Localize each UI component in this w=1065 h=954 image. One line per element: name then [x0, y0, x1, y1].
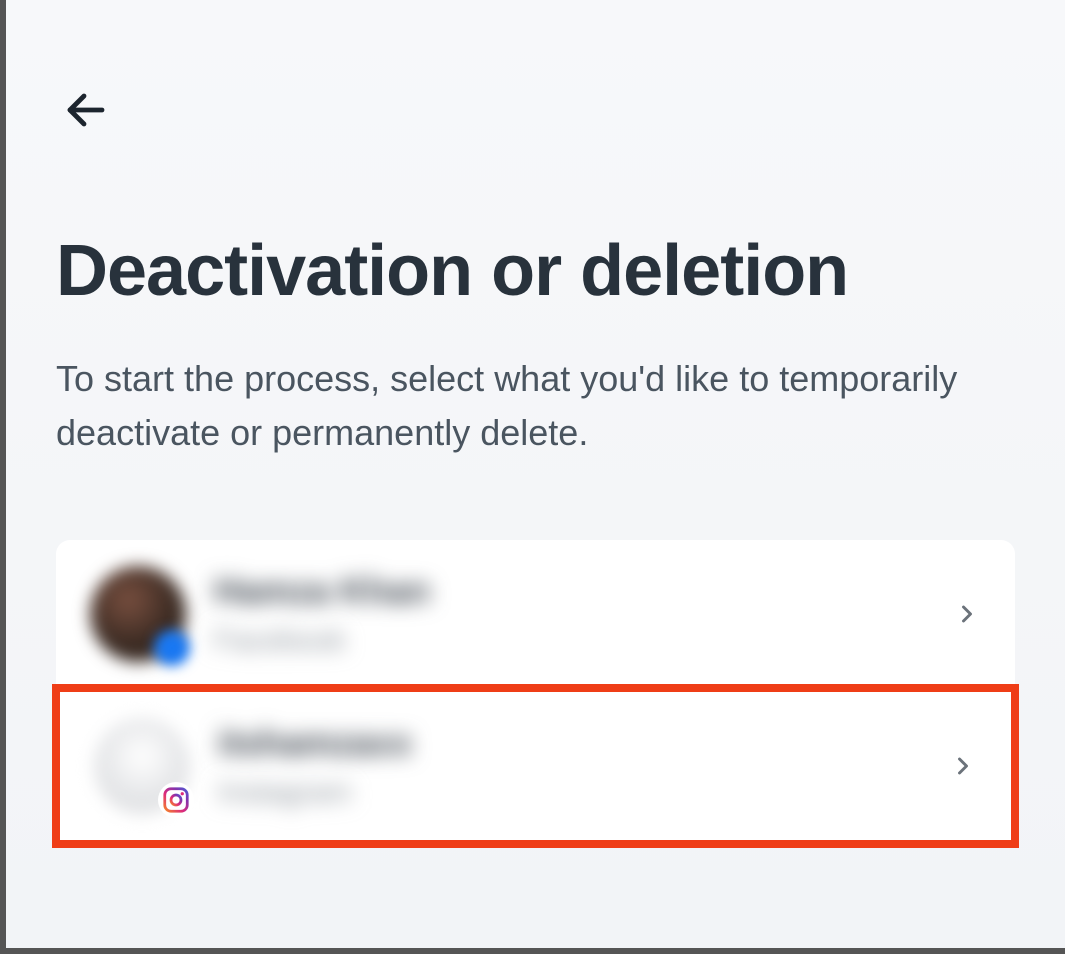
deactivation-page: Deactivation or deletion To start the pr… — [6, 0, 1065, 848]
account-texts: Hamza Khan Facebook — [214, 570, 937, 658]
avatar — [90, 566, 186, 662]
account-row-facebook[interactable]: Hamza Khan Facebook — [56, 540, 1015, 688]
account-texts: itshamzaxx Instagram — [218, 722, 933, 810]
account-name: Hamza Khan — [214, 570, 937, 612]
account-row-instagram[interactable]: itshamzaxx Instagram — [52, 684, 1019, 848]
page-subtitle: To start the process, select what you'd … — [56, 352, 996, 460]
chevron-right-icon — [949, 752, 977, 780]
arrow-left-icon — [62, 86, 110, 134]
facebook-badge-icon — [154, 630, 190, 666]
instagram-badge-icon — [158, 782, 194, 818]
account-list: Hamza Khan Facebook — [56, 540, 1015, 848]
page-title: Deactivation or deletion — [56, 230, 1015, 312]
account-platform: Instagram — [218, 776, 933, 810]
account-name: itshamzaxx — [218, 722, 933, 764]
chevron-right-icon — [953, 600, 981, 628]
avatar — [94, 718, 190, 814]
back-button[interactable] — [56, 80, 116, 140]
account-platform: Facebook — [214, 624, 937, 658]
